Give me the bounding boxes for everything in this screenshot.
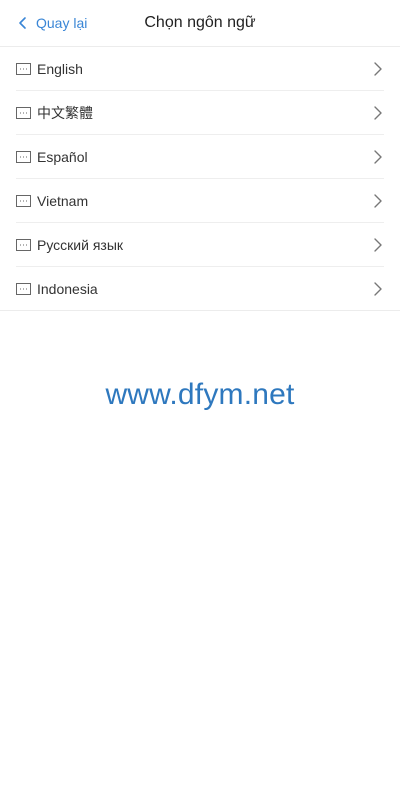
chevron-right-icon [374,281,382,296]
language-label: Español [37,148,88,165]
language-label: 中文繁體 [37,104,93,121]
language-item-english[interactable]: English [16,47,384,91]
language-item-content: Español [16,149,88,165]
back-button[interactable]: Quay lại [16,0,87,46]
chevron-right-icon [374,61,382,76]
keyboard-icon [16,106,31,119]
top-navbar: Quay lại Chọn ngôn ngữ [0,0,400,47]
language-item-content: Русский язык [16,237,123,253]
language-list: English 中文繁體 Español Vietnam Русский язы… [0,47,400,310]
chevron-right-icon [374,193,382,208]
language-item-content: 中文繁體 [16,103,93,123]
language-item-content: Vietnam [16,193,88,209]
language-item-content: English [16,61,83,77]
language-item-russian[interactable]: Русский язык [16,223,384,267]
chevron-right-icon [374,149,382,164]
back-label: Quay lại [36,15,88,31]
language-list-wrapper: English 中文繁體 Español Vietnam Русский язы… [0,47,400,311]
chevron-right-icon [374,237,382,252]
chevron-right-icon [374,105,382,120]
keyboard-icon [16,282,31,295]
watermark-text: www.dfym.net [105,378,295,411]
language-label: Indonesia [37,280,98,297]
language-item-vietnam[interactable]: Vietnam [16,179,384,223]
language-item-chinese-traditional[interactable]: 中文繁體 [16,91,384,135]
language-label: Vietnam [37,192,89,209]
page-title: Chọn ngôn ngữ [144,14,256,31]
language-label: English [37,60,83,77]
chevron-left-icon [19,17,26,29]
keyboard-icon [16,194,31,207]
language-item-indonesia[interactable]: Indonesia [16,267,384,310]
language-item-content: Indonesia [16,281,98,297]
language-label: Русский язык [37,236,124,253]
keyboard-icon [16,150,31,163]
keyboard-icon [16,62,31,75]
language-item-spanish[interactable]: Español [16,135,384,179]
keyboard-icon [16,238,31,251]
